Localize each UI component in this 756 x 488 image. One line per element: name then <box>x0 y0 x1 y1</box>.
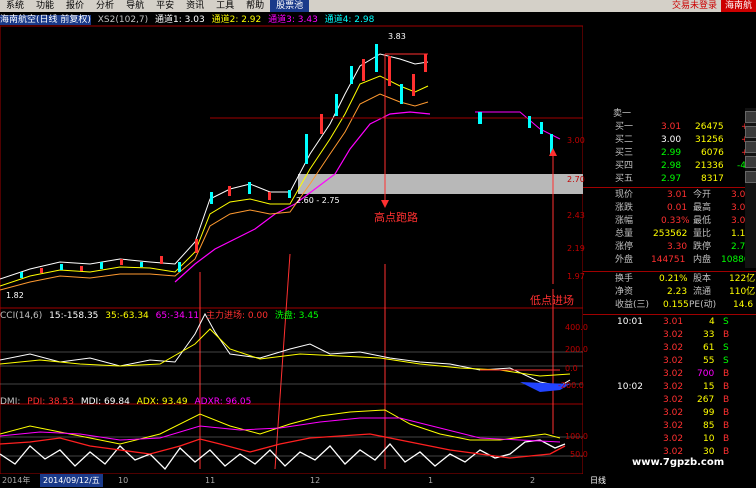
menu-system[interactable]: 系统 <box>0 0 30 12</box>
month-11: 11 <box>205 476 216 485</box>
dmi-mdi: MDI: 69.84 <box>80 397 130 407</box>
cci-scale-neg200: -200.0 <box>558 381 584 390</box>
bid-row-3[interactable]: 买三 2.99 6076 +6 <box>583 147 756 160</box>
candlesticks <box>20 44 553 278</box>
dmi-adxr: ADXR: 96.05 <box>194 397 252 407</box>
time-axis: 2014年 2014/09/12/五 10 11 12 1 2 日线 <box>0 474 756 487</box>
month-1: 1 <box>428 476 434 485</box>
side-toolbar <box>745 108 756 268</box>
menu-tools[interactable]: 工具 <box>210 0 240 12</box>
stat-row-turnover: 换手 0.21% 股本 122亿 <box>615 274 756 284</box>
tick-row: 3.02 55 S <box>663 356 729 366</box>
month-12: 12 <box>310 476 321 485</box>
dmi-adx-line <box>0 409 561 445</box>
cci-name: CCI(14,6) <box>0 311 43 321</box>
menu-bar: 系统 功能 报价 分析 导航 平安 资讯 工具 帮助 股票池 交易未登录 海南航 <box>0 0 756 12</box>
login-status-link[interactable]: 交易未登录 <box>668 0 721 12</box>
menu-analysis[interactable]: 分析 <box>90 0 120 12</box>
cci-v5: 洗盘: 3.45 <box>274 311 319 321</box>
bid-row-5[interactable]: 买五 2.97 8317 + <box>583 173 756 186</box>
tick-row: 10:01 3.01 4 S <box>617 317 729 327</box>
cci-panel-frame <box>0 307 583 405</box>
tick-list[interactable]: 10:01 3.01 4 S 3.02 33 B 3.02 61 S 3.02 … <box>583 316 756 473</box>
watermark-text: www.7gpzb.com <box>632 457 725 468</box>
ask-row-1[interactable]: 卖一 <box>583 108 756 121</box>
month-10: 10 <box>118 476 129 485</box>
tick-row: 3.02 85 B <box>663 421 730 431</box>
cci-legend: CCI(14,6) 15:-158.35 35:-63.34 65:-34.11… <box>0 310 323 322</box>
tool-icon[interactable] <box>745 141 756 153</box>
menu-stock-pool[interactable]: 股票池 <box>270 0 310 12</box>
month-2: 2 <box>530 476 536 485</box>
quote-separator-3 <box>583 314 756 315</box>
menu-function[interactable]: 功能 <box>30 0 60 12</box>
bid-row-2[interactable]: 买二 3.00 31256 +3 <box>583 134 756 147</box>
stat-row-price: 现价 3.01 今开 3.02 <box>615 190 752 200</box>
cci-yellow-line <box>0 328 571 377</box>
tick-row: 3.02 267 B <box>663 395 730 405</box>
channel-1-line <box>0 53 429 280</box>
tool-icon[interactable] <box>745 156 756 168</box>
tick-row: 3.02 700 B <box>663 369 730 379</box>
quote-separator-2 <box>583 271 756 272</box>
cci-v2: 35:-63.34 <box>105 311 149 321</box>
channel-3-line-right <box>475 111 561 140</box>
low-price-label: 1.82 <box>6 291 24 300</box>
stat-row-volume: 总量 253562 量比 1.18 <box>615 229 752 239</box>
tool-icon[interactable] <box>745 111 756 123</box>
tick-row: 3.02 61 S <box>663 343 729 353</box>
price-panel-frame <box>0 25 583 309</box>
high-run-annotation: 高点跑路 <box>374 211 418 224</box>
stock-name-link[interactable]: 海南航 <box>720 0 756 12</box>
dmi-name: DMI: <box>0 397 21 407</box>
menu-pingan[interactable]: 平安 <box>150 0 180 12</box>
cci-v3: 65:-34.11 <box>155 311 200 321</box>
tick-row: 10:02 3.02 15 B <box>617 382 730 392</box>
stat-row-pct: 涨幅 0.33% 最低 3.01 <box>615 216 752 226</box>
cci-scale-0: 0.0 <box>565 364 578 373</box>
menu-news[interactable]: 资讯 <box>180 0 210 12</box>
dmi-adxr-line <box>0 417 561 443</box>
cci-v1: 15:-158.35 <box>49 311 99 321</box>
quote-separator-1 <box>583 187 756 188</box>
bid-row-4[interactable]: 买四 2.98 21336 -41 <box>583 160 756 173</box>
high-run-arrowhead <box>381 200 389 208</box>
stat-row-earnings: 收益(三) 0.155 PE(动) 14.6 <box>615 300 754 310</box>
tick-row: 3.02 33 B <box>663 330 730 340</box>
low-entry-annotation: 低点进场 <box>530 294 574 307</box>
dmi-pdi: PDI: 38.53 <box>27 397 74 407</box>
bid-row-1[interactable]: 买一 3.01 26475 +5 <box>583 121 756 134</box>
cursor-date: 2014/09/12/五 <box>40 474 103 487</box>
stat-row-outer: 外盘 144751 内盘 108805 <box>615 255 756 265</box>
high-price-label: 3.83 <box>388 32 406 41</box>
cci-v4: 主力进场: 0.00 <box>206 311 268 321</box>
year-label: 2014年 <box>2 476 31 485</box>
period-tab-daily[interactable]: 日线 <box>590 474 606 487</box>
dmi-legend: DMI: PDI: 38.53 MDI: 69.84 ADX: 93.49 AD… <box>0 396 255 408</box>
tool-icon[interactable] <box>745 171 756 183</box>
tick-row: 3.02 10 B <box>663 434 730 444</box>
menu-quote[interactable]: 报价 <box>60 0 90 12</box>
resistance-band <box>298 174 583 194</box>
stat-row-net-asset: 净资 2.23 流通 110亿 <box>615 287 756 297</box>
tick-row: 3.02 99 B <box>663 408 730 418</box>
range-label: 2.60 - 2.75 <box>296 196 340 205</box>
menu-help[interactable]: 帮助 <box>240 0 270 12</box>
stat-row-change: 涨跌 0.01 最高 3.04 <box>615 203 752 213</box>
dmi-adx: ADX: 93.49 <box>136 397 188 407</box>
stat-row-limit: 涨停 3.30 跌停 2.70 <box>615 242 752 252</box>
tool-icon[interactable] <box>745 126 756 138</box>
menu-navigate[interactable]: 导航 <box>120 0 150 12</box>
